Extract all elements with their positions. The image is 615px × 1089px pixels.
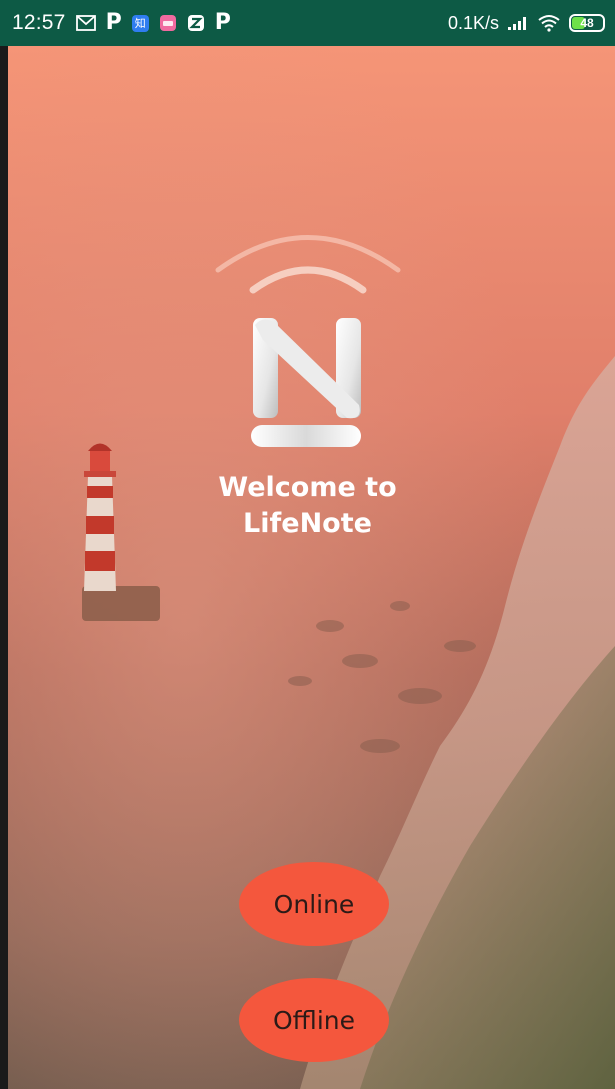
battery-icon: 48 — [569, 14, 605, 32]
lifenote-logo-icon — [215, 235, 400, 447]
online-button[interactable]: Online — [239, 862, 389, 946]
battery-level: 48 — [580, 16, 594, 30]
status-time: 12:57 — [12, 11, 66, 34]
signal-icon — [507, 15, 529, 31]
welcome-line-1: Welcome to — [218, 472, 397, 503]
left-edge — [0, 46, 8, 1089]
status-bar: 12:57 P 知 P 0.1K/s 48 — [0, 0, 615, 46]
online-button-label: Online — [273, 889, 355, 919]
wifi-icon — [537, 14, 561, 32]
network-speed: 0.1K/s — [447, 12, 499, 33]
welcome-heading: Welcome to LifeNote — [0, 470, 615, 542]
offline-button[interactable]: Offline — [239, 978, 389, 1062]
p-app-icon: P — [214, 10, 231, 35]
z-app-icon — [187, 14, 205, 32]
status-bar-right: 0.1K/s 48 — [448, 13, 605, 34]
welcome-screen: 12:57 P 知 P 0.1K/s 48 Welcome to LifeNot… — [0, 0, 615, 1089]
pink-app-icon — [159, 14, 177, 32]
offline-button-label: Offline — [272, 1005, 356, 1035]
welcome-line-2: LifeNote — [243, 508, 372, 539]
zhihu-app-icon: 知 — [131, 14, 149, 32]
app-logo — [0, 225, 615, 455]
status-bar-left: 12:57 P 知 P — [12, 11, 231, 35]
mail-icon — [75, 15, 96, 31]
p-app-icon: P — [105, 10, 122, 35]
